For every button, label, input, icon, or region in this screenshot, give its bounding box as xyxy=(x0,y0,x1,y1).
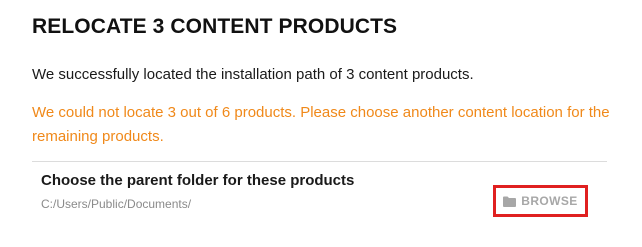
parent-folder-label: Choose the parent folder for these produ… xyxy=(41,172,355,189)
warning-message: We could not locate 3 out of 6 products.… xyxy=(32,104,610,145)
parent-folder-path: C:/Users/Public/Documents/ xyxy=(41,197,192,211)
relocate-dialog: RELOCATE 3 CONTENT PRODUCTS We successfu… xyxy=(0,0,642,247)
section-divider xyxy=(32,161,607,162)
success-message: We successfully located the installation… xyxy=(32,66,474,83)
browse-button-label: BROWSE xyxy=(521,194,578,208)
folder-icon xyxy=(503,196,517,207)
dialog-title: RELOCATE 3 CONTENT PRODUCTS xyxy=(32,15,398,38)
browse-button[interactable]: BROWSE xyxy=(498,190,583,212)
